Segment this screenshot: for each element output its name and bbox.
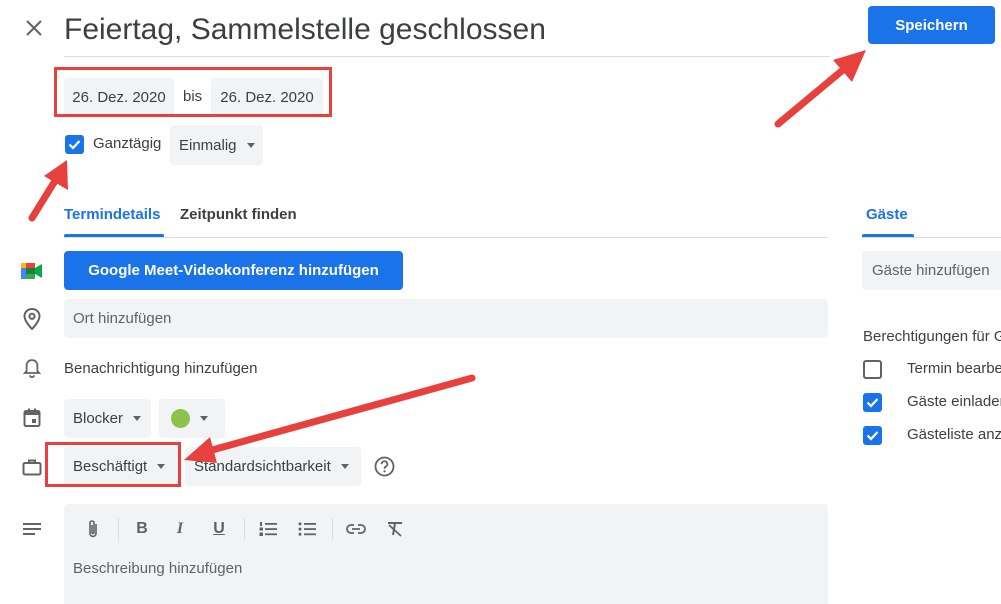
arrow-to-all-day xyxy=(28,160,68,222)
tab-find-time[interactable]: Zeitpunkt finden xyxy=(180,206,297,223)
permission-invite-checkbox[interactable] xyxy=(863,393,882,412)
tabs-divider xyxy=(64,237,828,238)
chevron-down-icon xyxy=(133,416,142,421)
toolbar-divider xyxy=(332,518,333,540)
location-input[interactable]: Ort hinzufügen xyxy=(64,299,828,338)
guests-divider xyxy=(862,237,1001,238)
italic-icon[interactable]: I xyxy=(167,516,193,542)
chevron-down-icon xyxy=(200,416,208,421)
calendar-dropdown[interactable]: Blocker xyxy=(64,399,151,438)
save-button[interactable]: Speichern xyxy=(868,6,995,44)
tab-event-details[interactable]: Termindetails xyxy=(64,206,160,223)
bulleted-list-icon[interactable] xyxy=(294,516,320,542)
recurrence-value: Einmalig xyxy=(179,136,237,154)
color-swatch xyxy=(171,409,190,428)
title-field[interactable]: Feiertag, Sammelstelle geschlossen xyxy=(64,8,830,57)
add-notification-button[interactable]: Benachrichtigung hinzufügen xyxy=(64,360,257,377)
add-google-meet-button[interactable]: Google Meet-Videokonferenz hinzufügen xyxy=(64,251,403,290)
google-meet-icon xyxy=(21,260,43,282)
briefcase-icon xyxy=(21,456,43,478)
description-placeholder: Beschreibung hinzufügen xyxy=(73,560,243,577)
check-icon xyxy=(866,398,879,408)
permission-edit-checkbox[interactable] xyxy=(863,360,882,379)
underline-icon[interactable]: U xyxy=(206,516,232,542)
toolbar-divider xyxy=(118,518,119,540)
permission-edit-label: Termin bearbeiten xyxy=(907,360,1001,377)
link-icon[interactable] xyxy=(343,516,369,542)
permission-see-list-checkbox[interactable] xyxy=(863,426,882,445)
permission-invite-label: Gäste einladen xyxy=(907,393,1001,410)
close-icon xyxy=(26,20,42,36)
description-icon xyxy=(21,518,43,540)
event-color-dropdown[interactable] xyxy=(159,399,225,438)
calendar-value: Blocker xyxy=(73,410,124,427)
add-guests-input[interactable]: Gäste hinzufügen xyxy=(862,251,1001,290)
guests-tab-indicator xyxy=(862,234,914,237)
recurrence-dropdown[interactable]: Einmalig xyxy=(170,125,263,165)
bell-icon xyxy=(21,357,43,379)
event-title: Feiertag, Sammelstelle geschlossen xyxy=(64,13,546,46)
all-day-label: Ganztägig xyxy=(93,135,162,152)
all-day-checkbox[interactable] xyxy=(65,135,84,154)
help-icon[interactable] xyxy=(374,456,395,477)
permissions-title: Berechtigungen für Gäste xyxy=(863,328,1001,345)
numbered-list-icon[interactable] xyxy=(255,516,281,542)
chevron-down-icon xyxy=(246,142,255,148)
permission-see-list-label: Gästeliste anzeigen xyxy=(907,426,1001,443)
calendar-icon xyxy=(21,407,43,429)
visibility-dropdown[interactable]: Standardsichtbarkeit xyxy=(185,447,361,486)
arrow-to-save xyxy=(774,50,866,128)
annotation-box-availability xyxy=(45,442,181,487)
tab-guests[interactable]: Gäste xyxy=(866,206,908,223)
bold-icon[interactable]: B xyxy=(129,516,155,542)
check-icon xyxy=(866,431,879,441)
visibility-value: Standardsichtbarkeit xyxy=(194,458,331,475)
location-pin-icon xyxy=(21,308,43,330)
chevron-down-icon xyxy=(340,464,349,469)
annotation-box-dates xyxy=(54,67,332,117)
attach-icon[interactable] xyxy=(80,516,106,542)
check-icon xyxy=(68,140,81,150)
description-editor[interactable]: B I U Beschreibung hinzufügen xyxy=(64,504,828,604)
active-tab-indicator xyxy=(64,234,164,237)
toolbar-divider xyxy=(244,518,245,540)
clear-formatting-icon[interactable] xyxy=(382,516,408,542)
close-button[interactable] xyxy=(18,12,50,44)
